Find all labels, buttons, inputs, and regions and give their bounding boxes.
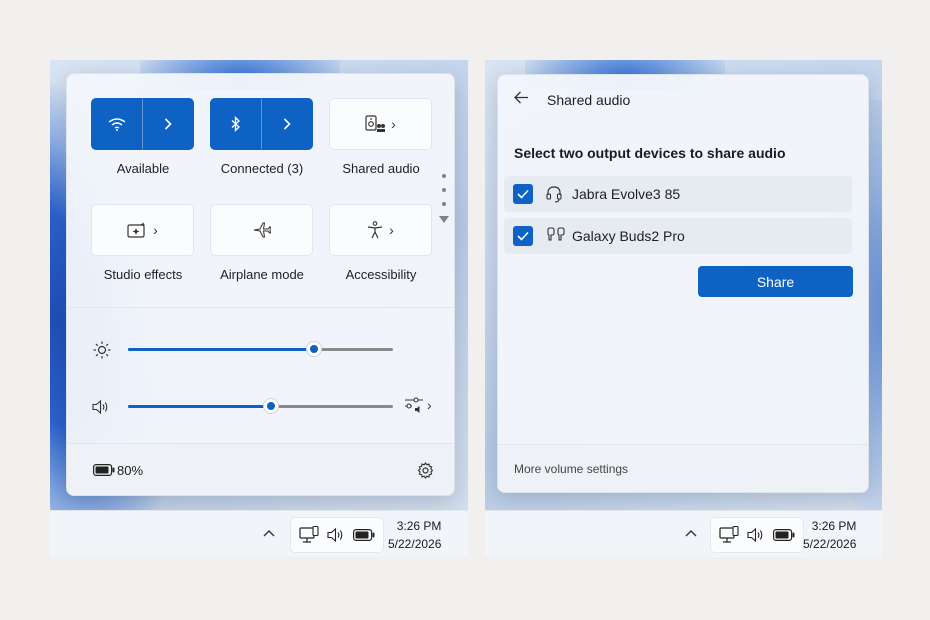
clock-time: 3:26 PM xyxy=(811,519,857,533)
audio-mixer-icon xyxy=(405,397,423,413)
taskbar: 3:26 PM 5/22/2026 xyxy=(485,510,882,557)
audio-output-button[interactable]: › xyxy=(404,396,432,414)
shared-audio-tile-label: Shared audio xyxy=(342,161,420,176)
volume-slider-thumb[interactable] xyxy=(263,398,280,414)
battery-icon xyxy=(93,464,115,476)
clock-time: 3:26 PM xyxy=(396,519,442,533)
volume-icon[interactable] xyxy=(92,399,110,415)
airplane-mode-tile-label: Airplane mode xyxy=(220,267,304,282)
wifi-toggle[interactable] xyxy=(92,99,142,149)
page-indicator[interactable] xyxy=(439,174,449,223)
brightness-slider[interactable] xyxy=(128,341,393,357)
accessibility-tile[interactable]: › xyxy=(329,204,432,256)
device-checkbox[interactable] xyxy=(513,226,533,246)
instruction-heading: Select two output devices to share audio xyxy=(514,145,786,161)
studio-effects-tile[interactable]: › xyxy=(91,204,194,256)
volume-icon xyxy=(747,527,765,543)
network-icon xyxy=(719,526,739,544)
checkmark-icon xyxy=(517,231,529,241)
quick-settings-panel: Available Connected (3) › Shared audio ›… xyxy=(66,73,455,496)
chevron-right-icon: › xyxy=(153,222,158,238)
chevron-right-icon: › xyxy=(391,116,396,132)
system-tray[interactable] xyxy=(710,517,804,553)
chevron-up-icon xyxy=(263,530,275,537)
battery-percentage: 80% xyxy=(117,463,144,478)
taskbar-clock[interactable]: 3:26 PM 5/22/2026 xyxy=(803,517,856,553)
studio-effects-tile-label: Studio effects xyxy=(103,267,183,282)
device-row-jabra[interactable]: Jabra Evolve3 85 xyxy=(504,176,852,212)
brightness-icon xyxy=(93,341,111,359)
gear-icon[interactable] xyxy=(417,462,434,479)
device-name: Galaxy Buds2 Pro xyxy=(572,228,685,244)
shared-audio-panel: Shared audio Select two output devices t… xyxy=(497,74,869,493)
bluetooth-icon xyxy=(231,116,240,132)
clock-date: 5/22/2026 xyxy=(388,537,442,551)
wifi-tile-label: Available xyxy=(116,161,170,176)
divider xyxy=(67,307,454,308)
device-row-galaxy-buds[interactable]: Galaxy Buds2 Pro xyxy=(504,218,852,254)
back-button[interactable] xyxy=(514,91,529,109)
taskbar-clock[interactable]: 3:26 PM 5/22/2026 xyxy=(388,517,441,553)
shared-audio-footer: More volume settings xyxy=(498,444,868,492)
battery-icon xyxy=(773,529,795,541)
accessibility-tile-label: Accessibility xyxy=(345,267,417,282)
system-tray[interactable] xyxy=(290,517,384,553)
right-desktop: Shared audio Select two output devices t… xyxy=(485,60,882,557)
shared-audio-icon xyxy=(365,115,386,132)
quick-settings-footer: 80% xyxy=(67,443,454,495)
network-icon xyxy=(299,526,319,544)
scroll-down-icon[interactable] xyxy=(439,216,449,223)
battery-icon xyxy=(353,529,375,541)
arrow-left-icon xyxy=(514,91,528,104)
show-hidden-icons-button[interactable] xyxy=(685,525,697,540)
bluetooth-toggle[interactable] xyxy=(211,99,261,149)
chevron-right-icon xyxy=(164,118,172,130)
left-desktop: Available Connected (3) › Shared audio ›… xyxy=(50,60,468,557)
bluetooth-tile[interactable] xyxy=(210,98,313,150)
wifi-icon xyxy=(108,118,126,131)
show-hidden-icons-button[interactable] xyxy=(263,525,275,540)
brightness-slider-thumb[interactable] xyxy=(305,341,322,357)
device-checkbox[interactable] xyxy=(513,184,533,204)
airplane-mode-tile[interactable] xyxy=(210,204,313,256)
airplane-icon xyxy=(253,222,271,238)
bluetooth-expand-button[interactable] xyxy=(261,99,312,149)
panel-title: Shared audio xyxy=(547,92,631,108)
chevron-up-icon xyxy=(685,530,697,537)
headset-icon xyxy=(546,186,562,203)
studio-effects-icon xyxy=(127,222,146,238)
chevron-right-icon: › xyxy=(427,397,432,413)
earbuds-icon xyxy=(547,227,565,241)
device-name: Jabra Evolve3 85 xyxy=(572,186,681,202)
bluetooth-tile-label: Connected (3) xyxy=(220,161,304,176)
checkmark-icon xyxy=(517,189,529,199)
clock-date: 5/22/2026 xyxy=(803,537,857,551)
more-volume-settings-link[interactable]: More volume settings xyxy=(514,462,628,476)
share-button[interactable]: Share xyxy=(698,266,853,297)
shared-audio-tile[interactable]: › xyxy=(329,98,432,150)
chevron-right-icon xyxy=(283,118,291,130)
accessibility-icon xyxy=(368,221,383,239)
taskbar: 3:26 PM 5/22/2026 xyxy=(50,510,468,557)
volume-icon xyxy=(327,527,345,543)
wifi-tile[interactable] xyxy=(91,98,194,150)
volume-slider[interactable] xyxy=(128,398,393,414)
chevron-right-icon: › xyxy=(389,222,394,238)
wifi-expand-button[interactable] xyxy=(142,99,193,149)
